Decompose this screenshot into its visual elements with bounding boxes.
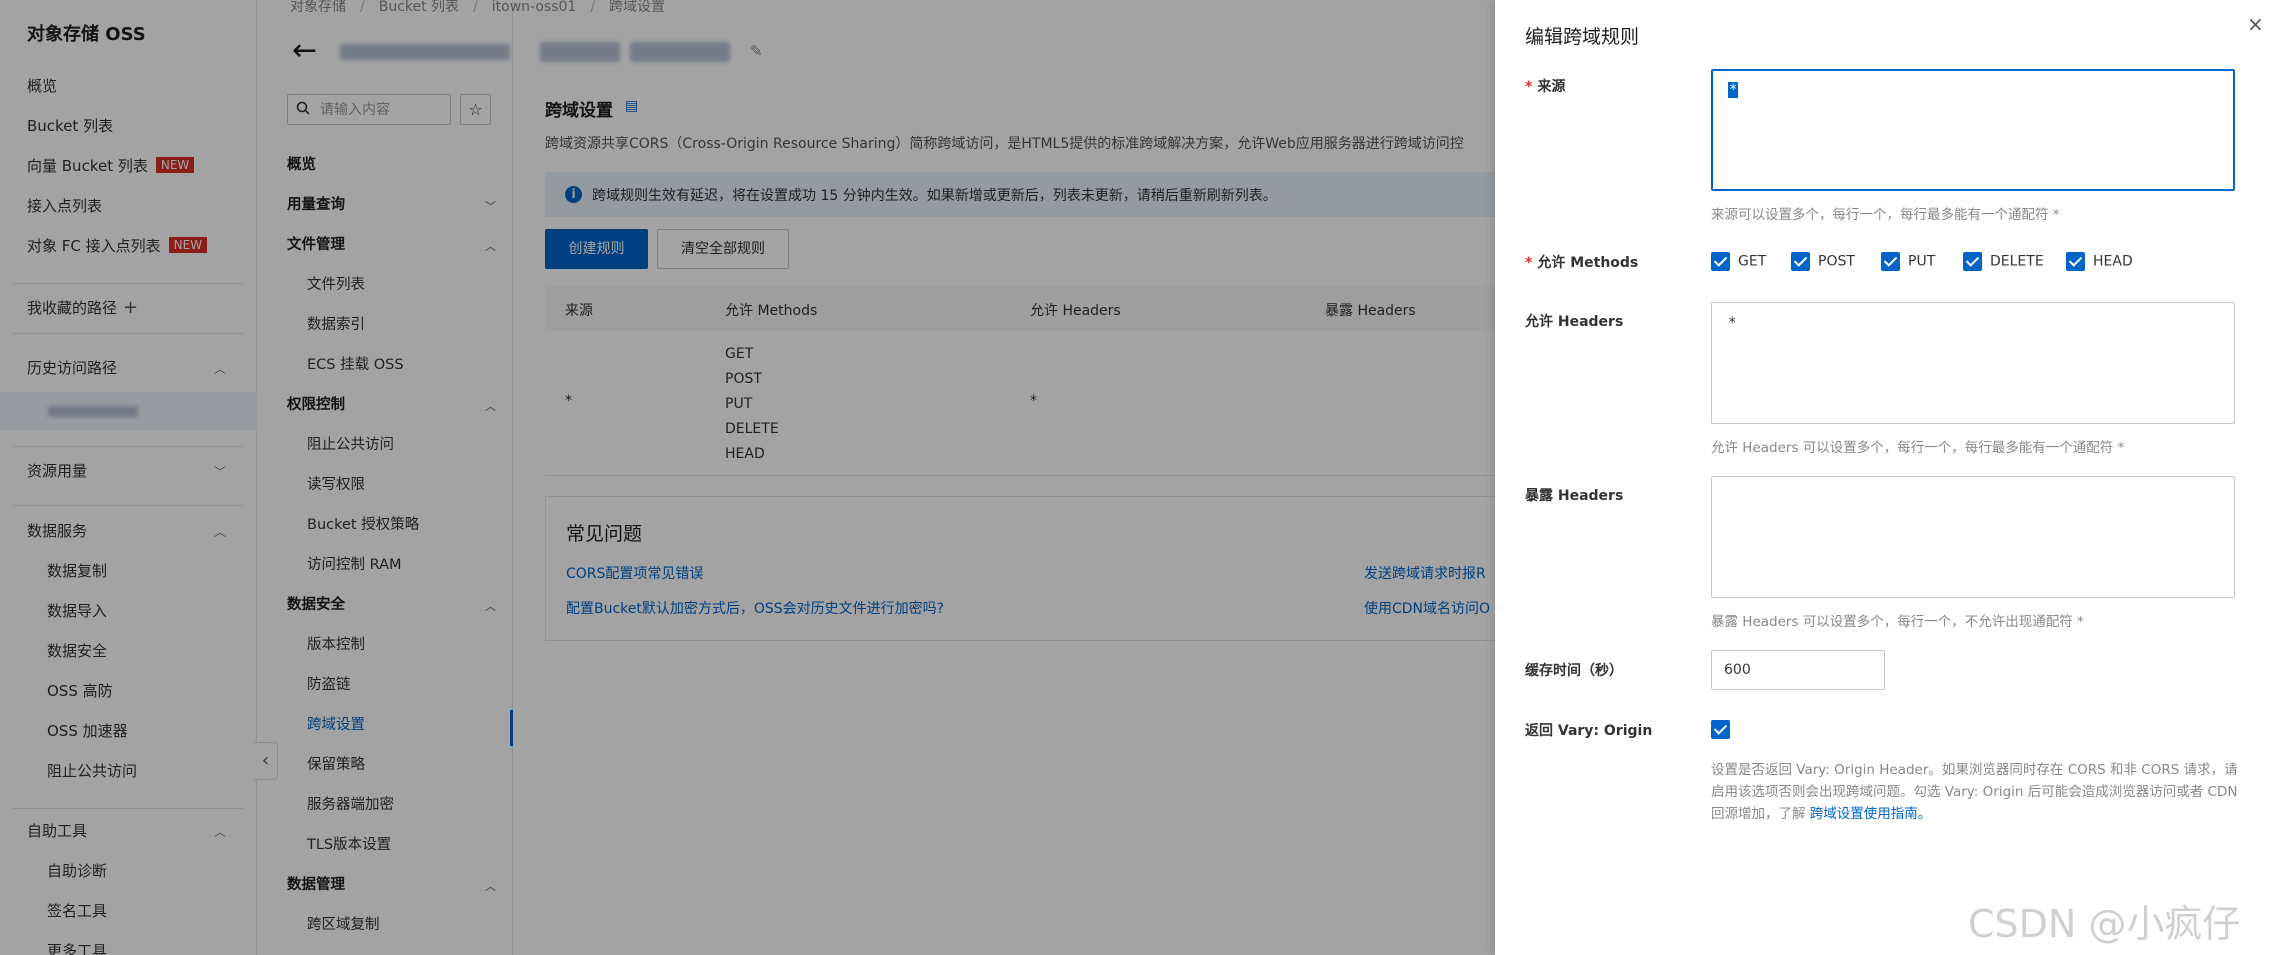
required-mark: * <box>1525 79 1533 95</box>
vary-origin-checkbox[interactable] <box>1711 720 1738 739</box>
allow-headers-value: * <box>1728 315 1737 331</box>
method-checkbox-get[interactable]: GET <box>1711 252 1766 274</box>
cache-time-input[interactable]: 600 <box>1711 650 1885 690</box>
allow-headers-hint: 允许 Headers 可以设置多个，每行一个，每行最多能有一个通配符 * <box>1711 440 2125 456</box>
method-checkbox-post[interactable]: POST <box>1791 252 1855 274</box>
method-checkbox-label: DELETE <box>1990 253 2044 270</box>
checkbox-checked-icon <box>2066 252 2085 271</box>
method-checkbox-delete[interactable]: DELETE <box>1963 252 2044 274</box>
cors-guide-link[interactable]: 跨域设置使用指南。 <box>1810 806 1932 822</box>
method-checkbox-label: GET <box>1738 253 1767 270</box>
method-checkbox-put[interactable]: PUT <box>1881 252 1935 274</box>
cache-time-label: 缓存时间（秒） <box>1525 663 1623 679</box>
origin-label-text: 来源 <box>1537 79 1566 95</box>
vary-origin-label: 返回 Vary: Origin <box>1525 723 1653 739</box>
methods-label: * 允许 Methods <box>1525 252 1638 272</box>
checkbox-checked-icon <box>1963 252 1982 271</box>
modal-overlay[interactable] <box>0 0 1495 955</box>
expose-headers-textarea[interactable] <box>1711 476 2235 598</box>
drawer-title: 编辑跨域规则 <box>1525 26 1640 48</box>
required-mark: * <box>1525 255 1533 271</box>
vary-desc-text: 设置是否返回 Vary: Origin Header。如果浏览器同时存在 COR… <box>1711 762 2238 822</box>
checkbox-checked-icon <box>1711 720 1730 739</box>
close-icon[interactable]: × <box>2247 14 2264 34</box>
origin-hint: 来源可以设置多个，每行一个，每行最多能有一个通配符 * <box>1711 207 2060 223</box>
method-checkbox-label: PUT <box>1908 253 1936 270</box>
origin-value: * <box>1728 82 1739 98</box>
origin-textarea[interactable]: * <box>1711 69 2235 191</box>
console-app: 对象存储 OSS 概览 Bucket 列表 向量 Bucket 列表 NEW 接入… <box>0 0 2270 955</box>
watermark: CSDN @小疯仔 <box>1968 902 2241 946</box>
checkbox-checked-icon <box>1791 252 1810 271</box>
method-checkbox-label: POST <box>1818 253 1855 270</box>
method-checkbox-head[interactable]: HEAD <box>2066 252 2133 274</box>
allow-headers-label: 允许 Headers <box>1525 314 1624 330</box>
method-checkbox-label: HEAD <box>2093 253 2133 270</box>
edit-cors-rule-drawer: 编辑跨域规则 × * 来源 * 来源可以设置多个，每行一个，每行最多能有一个通配符… <box>1495 0 2270 955</box>
expose-headers-hint: 暴露 Headers 可以设置多个，每行一个，不允许出现通配符 * <box>1711 614 2084 630</box>
methods-label-text: 允许 Methods <box>1537 255 1639 271</box>
checkbox-checked-icon <box>1711 252 1730 271</box>
allow-headers-textarea[interactable]: * <box>1711 302 2235 424</box>
origin-label: * 来源 <box>1525 76 1565 96</box>
expose-headers-label: 暴露 Headers <box>1525 488 1624 504</box>
checkbox-checked-icon <box>1881 252 1900 271</box>
vary-origin-description: 设置是否返回 Vary: Origin Header。如果浏览器同时存在 COR… <box>1711 759 2239 825</box>
